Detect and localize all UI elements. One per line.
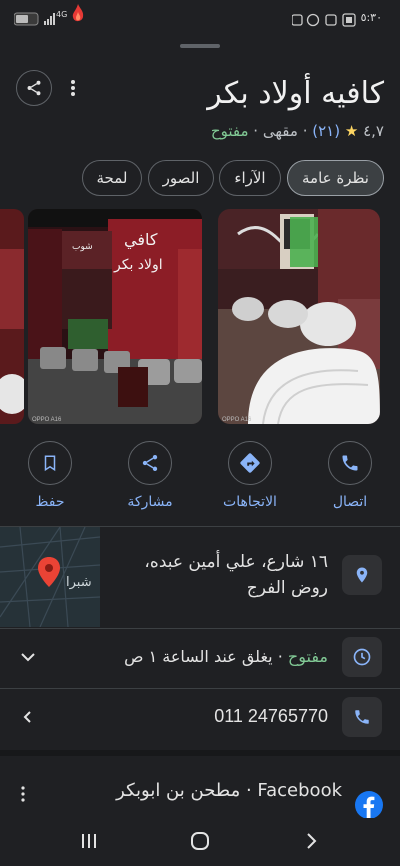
place-meta: ٤,٧ ★ (٢١) · مقهى · مفتوح (211, 122, 384, 140)
home-icon[interactable] (190, 831, 210, 851)
address-row[interactable]: شبرا ١٦ شارع، علي أمين عبده، روض الفرج (0, 527, 400, 627)
chevron-down-icon[interactable] (20, 651, 36, 663)
tab-about[interactable]: لمحة (82, 160, 142, 196)
call-label: اتصال (332, 494, 368, 510)
partial-photo-image (0, 209, 24, 424)
separator: · (277, 647, 283, 666)
save-button[interactable]: حفظ (10, 441, 90, 510)
separator: · (245, 780, 252, 801)
directions-button[interactable]: الاتجاهات (210, 441, 290, 510)
clock-icon-tile (342, 637, 382, 677)
rating-value: ٤,٧ (363, 122, 384, 140)
more-vert-icon[interactable] (20, 786, 26, 802)
facebook-label: Facebook (257, 780, 342, 801)
flame-icon (72, 4, 84, 22)
address-line-2: روض الفرج (246, 578, 328, 598)
bookmark-icon (44, 455, 56, 472)
place-category: مقهى (262, 122, 298, 140)
share-button[interactable]: مشاركة (110, 441, 190, 510)
save-label: حفظ (35, 494, 65, 510)
back-icon[interactable] (304, 832, 318, 850)
sheet-drag-handle[interactable] (180, 44, 220, 48)
svg-text:شوب: شوب (72, 242, 93, 252)
phone-row[interactable]: 011 24765770 (0, 689, 400, 747)
chevron-left-icon[interactable] (22, 710, 32, 724)
tab-reviews[interactable]: الآراء (219, 160, 281, 196)
system-nav-bar (0, 818, 400, 866)
notification-icons (292, 13, 356, 27)
battery-icon (14, 12, 39, 26)
facebook-text: Facebook · مطحن بن ابوبكر (116, 780, 342, 801)
svg-text:كافي: كافي (124, 230, 158, 250)
exterior-photo-image: كافي اولاد بكر شوب OPPO A16 (28, 209, 202, 424)
separator: · (302, 122, 308, 140)
map-thumbnail[interactable]: شبرا (0, 527, 100, 627)
photo-interior[interactable]: OPPO A16 (218, 209, 380, 424)
share-icon (142, 455, 158, 471)
facebook-icon (355, 791, 383, 818)
tab-photos[interactable]: الصور (148, 160, 214, 196)
interior-photo-image: OPPO A16 (218, 209, 380, 424)
tab-overview[interactable]: نظرة عامة (287, 160, 384, 196)
svg-text:OPPO A16: OPPO A16 (32, 417, 62, 423)
directions-label: الاتجاهات (223, 494, 277, 510)
share-icon (27, 80, 41, 96)
phone-number: 011 24765770 (214, 706, 328, 726)
review-count[interactable]: (٢١) (312, 122, 340, 140)
facebook-row[interactable]: Facebook · مطحن بن ابوبكر (0, 756, 400, 818)
map-area-label: شبرا (66, 575, 92, 590)
share-label: مشاركة (127, 494, 173, 510)
hours-text: مفتوح · يغلق عند الساعة ١ ص (124, 647, 328, 666)
photo-partial-left[interactable] (0, 209, 24, 424)
call-button[interactable]: اتصال (310, 441, 390, 510)
status-bar: ٥:٣٠ 4G (0, 0, 400, 38)
phone-icon-tile (342, 697, 382, 737)
hours-open-status: مفتوح (287, 647, 328, 666)
directions-icon (240, 453, 260, 473)
network-type: 4G (56, 10, 68, 19)
phone-icon (342, 455, 358, 471)
location-pin-icon (356, 567, 368, 583)
share-header-button[interactable] (16, 70, 52, 106)
address-line-1: ١٦ شارع، علي أمين عبده، (144, 552, 328, 572)
photo-exterior[interactable]: كافي اولاد بكر شوب OPPO A16 (28, 209, 202, 424)
place-title: كافيه أولاد بكر (207, 76, 384, 111)
recent-apps-icon[interactable] (80, 832, 98, 850)
separator: · (253, 122, 259, 140)
svg-text:اولاد بكر: اولاد بكر (113, 257, 163, 273)
phone-icon (355, 710, 369, 724)
signal-icon (44, 13, 55, 25)
hours-closing-time: يغلق عند الساعة ١ ص (124, 647, 273, 666)
open-status: مفتوح (210, 122, 249, 140)
more-vert-icon[interactable] (68, 78, 78, 98)
hours-row[interactable]: مفتوح · يغلق عند الساعة ١ ص (0, 629, 400, 687)
location-icon-tile (342, 555, 382, 595)
svg-text:OPPO A16: OPPO A16 (222, 417, 252, 423)
facebook-owner: مطحن بن ابوبكر (116, 780, 241, 801)
clock-icon (353, 648, 371, 666)
star-icon: ★ (344, 122, 359, 140)
